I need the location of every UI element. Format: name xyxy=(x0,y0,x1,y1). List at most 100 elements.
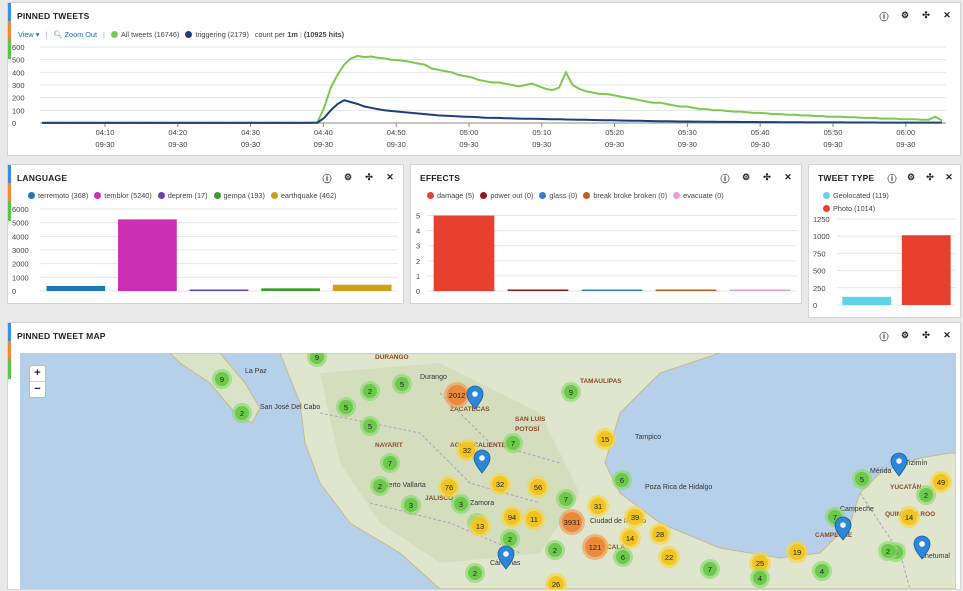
legend-swatch xyxy=(583,192,591,199)
map-cluster: 14 xyxy=(898,506,920,528)
map-cluster: 2 xyxy=(878,541,898,561)
map-place-label: Durango xyxy=(420,374,447,381)
zoom-out-map-button[interactable]: − xyxy=(30,381,45,397)
view-menu-button[interactable]: View ▾ xyxy=(18,30,39,39)
close-icon[interactable]: ✕ xyxy=(942,10,952,23)
map-cluster: 14 xyxy=(619,527,641,549)
zoom-in-button[interactable]: + xyxy=(30,366,45,381)
move-icon[interactable]: ✣ xyxy=(364,172,374,185)
move-icon[interactable]: ✣ xyxy=(925,172,935,185)
cluster-count: 121 xyxy=(589,543,602,552)
map-place-label: Tampico xyxy=(635,434,661,441)
search-icon: 🔍︎ xyxy=(53,30,63,39)
legend-label: glass (0) xyxy=(549,191,578,200)
close-icon[interactable]: ✕ xyxy=(783,172,793,185)
cluster-count: 5 xyxy=(400,380,404,389)
x-tick-label: 05:00 xyxy=(460,128,479,137)
y-tick-label: 300 xyxy=(12,81,25,90)
info-icon[interactable]: ⓘ xyxy=(887,172,897,185)
pin-dot xyxy=(919,541,925,547)
bar xyxy=(261,288,320,291)
legend-item[interactable]: deprem (17) xyxy=(157,191,208,200)
legend-label: evacuate (0) xyxy=(683,191,724,200)
pin-dot xyxy=(472,391,478,397)
bar xyxy=(332,284,392,291)
legend-item-all-tweets[interactable]: All tweets (16746) xyxy=(110,30,180,39)
cluster-count: 9 xyxy=(569,388,573,397)
x-tick-label: 04:40 xyxy=(314,128,333,137)
zoom-out-label: Zoom Out xyxy=(64,30,98,39)
map-cluster: 2 xyxy=(360,381,380,401)
move-icon[interactable]: ✣ xyxy=(921,330,931,343)
info-icon[interactable]: ⓘ xyxy=(720,172,730,185)
cluster-count: 7 xyxy=(388,459,392,468)
map-cluster: 7 xyxy=(503,433,523,453)
legend-label: All tweets (16746) xyxy=(120,30,180,39)
map-cluster: 11 xyxy=(523,508,545,530)
cluster-count: 32 xyxy=(496,480,504,489)
legend-item[interactable]: damage (5) xyxy=(427,191,474,200)
y-tick-label: 1000 xyxy=(12,273,29,282)
legend-item[interactable]: earthquake (462) xyxy=(270,191,337,200)
map-cluster: 5 xyxy=(336,397,356,417)
map-place-label: Campeche xyxy=(840,506,874,513)
x-tick-date: 09-30 xyxy=(241,140,260,149)
language-legend: terremoto (368) temblor (5240) deprem (17)… xyxy=(28,191,336,200)
legend-item[interactable]: terremoto (368) xyxy=(28,191,88,200)
panel-toolbar: ⓘ ⚙ ✣ ✕ xyxy=(879,10,952,23)
map-viewport[interactable]: DURANGO Durango La Paz San José Del Cabo ZAC… xyxy=(20,353,956,589)
gear-icon[interactable]: ⚙ xyxy=(906,172,916,185)
legend-item[interactable]: temblor (5240) xyxy=(94,191,152,200)
gear-icon[interactable]: ⚙ xyxy=(343,172,353,185)
move-icon[interactable]: ✣ xyxy=(762,172,772,185)
legend-item[interactable]: glass (0) xyxy=(539,191,577,200)
cluster-count: 7 xyxy=(564,495,568,504)
gear-icon[interactable]: ⚙ xyxy=(741,172,751,185)
y-tick-label: 3000 xyxy=(12,246,29,255)
info-icon[interactable]: ⓘ xyxy=(879,10,889,23)
pin-dot xyxy=(479,455,485,461)
x-tick-label: 04:50 xyxy=(387,128,406,137)
cluster-count: 14 xyxy=(626,534,634,543)
map-cluster: 49 xyxy=(930,471,952,493)
legend-item[interactable]: power out (0) xyxy=(480,191,533,200)
legend-item[interactable]: break broke broken (0) xyxy=(583,191,667,200)
close-icon[interactable]: ✕ xyxy=(942,330,952,343)
zoom-out-button[interactable]: 🔍︎ Zoom Out xyxy=(53,30,97,39)
cluster-count: 9 xyxy=(220,375,224,384)
x-tick-date: 09-30 xyxy=(168,140,187,149)
panel-accent-stripe xyxy=(8,323,11,341)
legend-label: earthquake (462) xyxy=(280,191,337,200)
legend-label: Photo (1014) xyxy=(833,204,876,213)
map-cluster: 2 xyxy=(500,529,520,549)
gear-icon[interactable]: ⚙ xyxy=(900,330,910,343)
legend-item[interactable]: Photo (1014) xyxy=(823,204,875,213)
legend-label: terremoto (368) xyxy=(38,191,89,200)
info-icon[interactable]: ⓘ xyxy=(879,330,889,343)
map-cluster: 9 xyxy=(212,369,232,389)
cluster-count: 28 xyxy=(656,530,664,539)
series-line xyxy=(42,54,943,124)
legend-item[interactable]: gempa (193) xyxy=(213,191,265,200)
effects-panel: EFFECTS ⓘ ⚙ ✣ ✕ damage (5) power out (0) g… xyxy=(410,164,802,304)
legend-item-triggering[interactable]: triggering (2179) xyxy=(185,30,249,39)
x-tick-label: 05:10 xyxy=(532,128,551,137)
move-icon[interactable]: ✣ xyxy=(921,10,931,23)
legend-label: deprem (17) xyxy=(167,191,208,200)
x-tick-label: 04:20 xyxy=(168,128,187,137)
close-icon[interactable]: ✕ xyxy=(385,172,395,185)
x-tick-date: 09-30 xyxy=(823,140,842,149)
map-cluster: 39 xyxy=(624,506,646,528)
bar xyxy=(46,285,106,291)
info-icon[interactable]: ⓘ xyxy=(322,172,332,185)
map-canvas[interactable]: DURANGODurangoLa PazSan José Del Cabo ZAC… xyxy=(20,353,956,589)
map-place-label: NAYARIT xyxy=(375,442,403,449)
legend-item[interactable]: evacuate (0) xyxy=(673,191,724,200)
legend-item[interactable]: Geolocated (119) xyxy=(823,191,889,200)
legend-swatch xyxy=(157,192,165,199)
cluster-count: 26 xyxy=(552,580,560,589)
map-cluster: 76 xyxy=(438,476,460,498)
tweet-type-panel: TWEET TYPE ⓘ ⚙ ✣ ✕ Geolocated (119) Photo… xyxy=(808,164,961,318)
gear-icon[interactable]: ⚙ xyxy=(900,10,910,23)
close-icon[interactable]: ✕ xyxy=(944,172,954,185)
